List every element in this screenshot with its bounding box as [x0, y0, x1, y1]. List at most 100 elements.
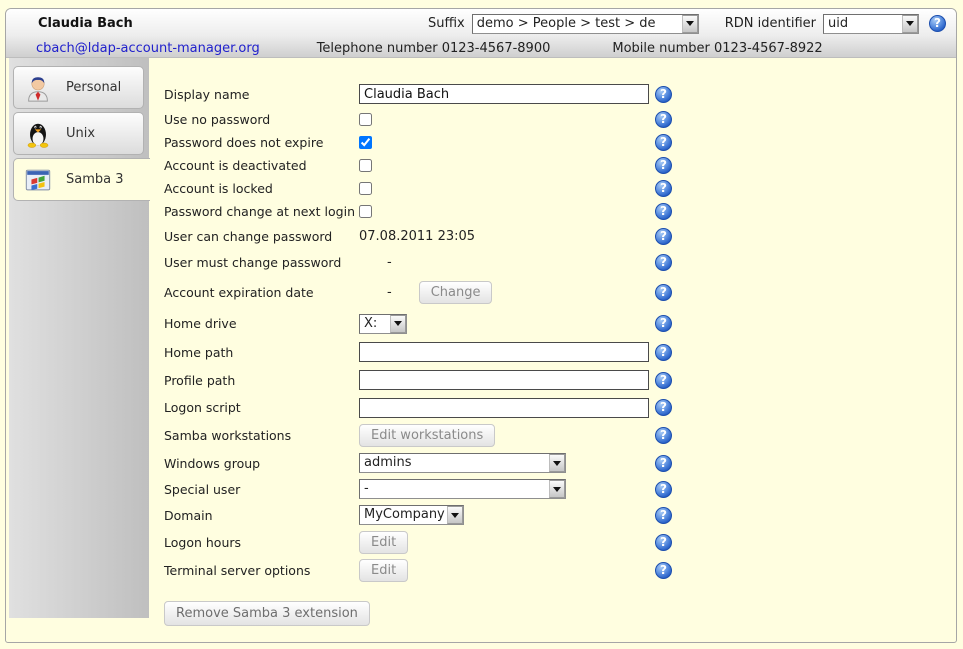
tab-unix[interactable]: Unix [13, 112, 144, 155]
home-drive-select[interactable]: X: [359, 314, 407, 334]
sidebar: Personal Unix [9, 58, 149, 618]
change-expiration-button[interactable]: Change [419, 281, 493, 304]
form-row-logon-hours: Logon hours Edit ? [164, 528, 864, 556]
field-label: Use no password [164, 112, 359, 127]
person-icon [23, 73, 53, 103]
help-icon[interactable]: ? [655, 481, 672, 498]
form-row-account-deactivated: Account is deactivated ? [164, 154, 864, 177]
help-icon[interactable]: ? [655, 228, 672, 245]
form-row-profile-path: Profile path ? [164, 366, 864, 394]
form-row-user-can-change-password: User can change password 07.08.2011 23:0… [164, 223, 864, 249]
special-user-select[interactable]: - [359, 479, 566, 499]
mobile-number: Mobile number 0123-4567-8922 [612, 41, 822, 56]
header-title-row: Claudia Bach Suffix demo > People > test… [6, 9, 956, 38]
field-label: Password does not expire [164, 135, 359, 150]
remove-samba3-extension-button[interactable]: Remove Samba 3 extension [164, 601, 370, 626]
field-label: Account is deactivated [164, 158, 359, 173]
windows-group-select[interactable]: admins [359, 453, 566, 473]
profile-path-input[interactable] [359, 370, 649, 390]
field-label: Terminal server options [164, 563, 359, 578]
display-name-input[interactable] [359, 84, 649, 104]
help-icon[interactable]: ? [929, 15, 946, 32]
field-label: Display name [164, 87, 359, 102]
tux-penguin-icon [23, 119, 53, 149]
form-row-display-name: Display name ? [164, 80, 864, 108]
help-icon[interactable]: ? [655, 315, 672, 332]
header-contact-row: cbach@ldap-account-manager.org Telephone… [6, 38, 956, 58]
must-change-value: - [359, 255, 392, 270]
help-icon[interactable]: ? [655, 507, 672, 524]
help-icon[interactable]: ? [655, 344, 672, 361]
help-icon[interactable]: ? [655, 180, 672, 197]
field-label: Logon script [164, 400, 359, 415]
password-change-next-login-checkbox[interactable] [359, 205, 372, 218]
field-label: Logon hours [164, 535, 359, 550]
tab-label: Samba 3 [66, 172, 124, 187]
field-label: Special user [164, 482, 359, 497]
form-row-logon-script: Logon script ? [164, 394, 864, 421]
edit-terminal-server-button[interactable]: Edit [359, 559, 408, 582]
tab-label: Unix [66, 126, 95, 141]
suffix-select[interactable]: demo > People > test > de [472, 14, 699, 34]
page-title: Claudia Bach [38, 16, 133, 31]
password-change-date: 07.08.2011 23:05 [359, 229, 475, 244]
header: Claudia Bach Suffix demo > People > test… [6, 9, 956, 58]
home-path-input[interactable] [359, 342, 649, 362]
chevron-down-icon [549, 454, 565, 472]
use-no-password-checkbox[interactable] [359, 113, 372, 126]
help-icon[interactable]: ? [655, 562, 672, 579]
field-label: Password change at next login [164, 204, 359, 219]
help-icon[interactable]: ? [655, 399, 672, 416]
expiration-date-value: - [359, 285, 392, 300]
form-row-home-drive: Home drive X: ? [164, 309, 864, 338]
help-icon[interactable]: ? [655, 284, 672, 301]
content: Personal Unix [6, 58, 956, 643]
form-row-windows-group: Windows group admins ? [164, 450, 864, 476]
chevron-down-icon [549, 480, 565, 498]
help-icon[interactable]: ? [655, 254, 672, 271]
help-icon[interactable]: ? [655, 372, 672, 389]
help-icon[interactable]: ? [655, 86, 672, 103]
telephone-number: Telephone number 0123-4567-8900 [317, 41, 551, 56]
edit-workstations-button[interactable]: Edit workstations [359, 424, 495, 447]
tab-samba3[interactable]: Samba 3 [13, 158, 150, 201]
field-label: Home drive [164, 316, 359, 331]
samba3-form: Display name ? Use no password ? Passwor… [149, 58, 956, 626]
form-row-account-expiration: Account expiration date - Change ? [164, 275, 864, 309]
form-row-samba-workstations: Samba workstations Edit workstations ? [164, 421, 864, 450]
form-row-terminal-server: Terminal server options Edit ? [164, 556, 864, 584]
account-locked-checkbox[interactable] [359, 182, 372, 195]
rdn-identifier-select[interactable]: uid [823, 14, 919, 34]
form-row-user-must-change-password: User must change password - ? [164, 249, 864, 275]
form-row-account-locked: Account is locked ? [164, 177, 864, 200]
help-icon[interactable]: ? [655, 455, 672, 472]
help-icon[interactable]: ? [655, 111, 672, 128]
form-row-password-change-next-login: Password change at next login ? [164, 200, 864, 223]
field-label: Windows group [164, 456, 359, 471]
tab-label: Personal [66, 80, 121, 95]
account-deactivated-checkbox[interactable] [359, 159, 372, 172]
domain-select[interactable]: MyCompany [359, 505, 464, 525]
edit-logon-hours-button[interactable]: Edit [359, 531, 408, 554]
app-window: Claudia Bach Suffix demo > People > test… [5, 8, 957, 643]
help-icon[interactable]: ? [655, 534, 672, 551]
help-icon[interactable]: ? [655, 157, 672, 174]
field-label: Domain [164, 508, 359, 523]
tab-personal[interactable]: Personal [13, 66, 144, 109]
suffix-label: Suffix [428, 16, 465, 31]
form-row-special-user: Special user - ? [164, 476, 864, 502]
form-row-domain: Domain MyCompany ? [164, 502, 864, 528]
logon-script-input[interactable] [359, 398, 649, 418]
help-icon[interactable]: ? [655, 427, 672, 444]
form-row-password-no-expire: Password does not expire ? [164, 131, 864, 154]
password-does-not-expire-checkbox[interactable] [359, 136, 372, 149]
help-icon[interactable]: ? [655, 134, 672, 151]
field-label: Home path [164, 345, 359, 360]
chevron-down-icon [902, 15, 918, 33]
form-row-use-no-password: Use no password ? [164, 108, 864, 131]
rdn-identifier-label: RDN identifier [725, 16, 816, 31]
help-icon[interactable]: ? [655, 203, 672, 220]
email-link[interactable]: cbach@ldap-account-manager.org [36, 41, 260, 56]
field-label: Account expiration date [164, 285, 359, 300]
header-controls: Suffix demo > People > test > de RDN ide… [428, 14, 946, 34]
